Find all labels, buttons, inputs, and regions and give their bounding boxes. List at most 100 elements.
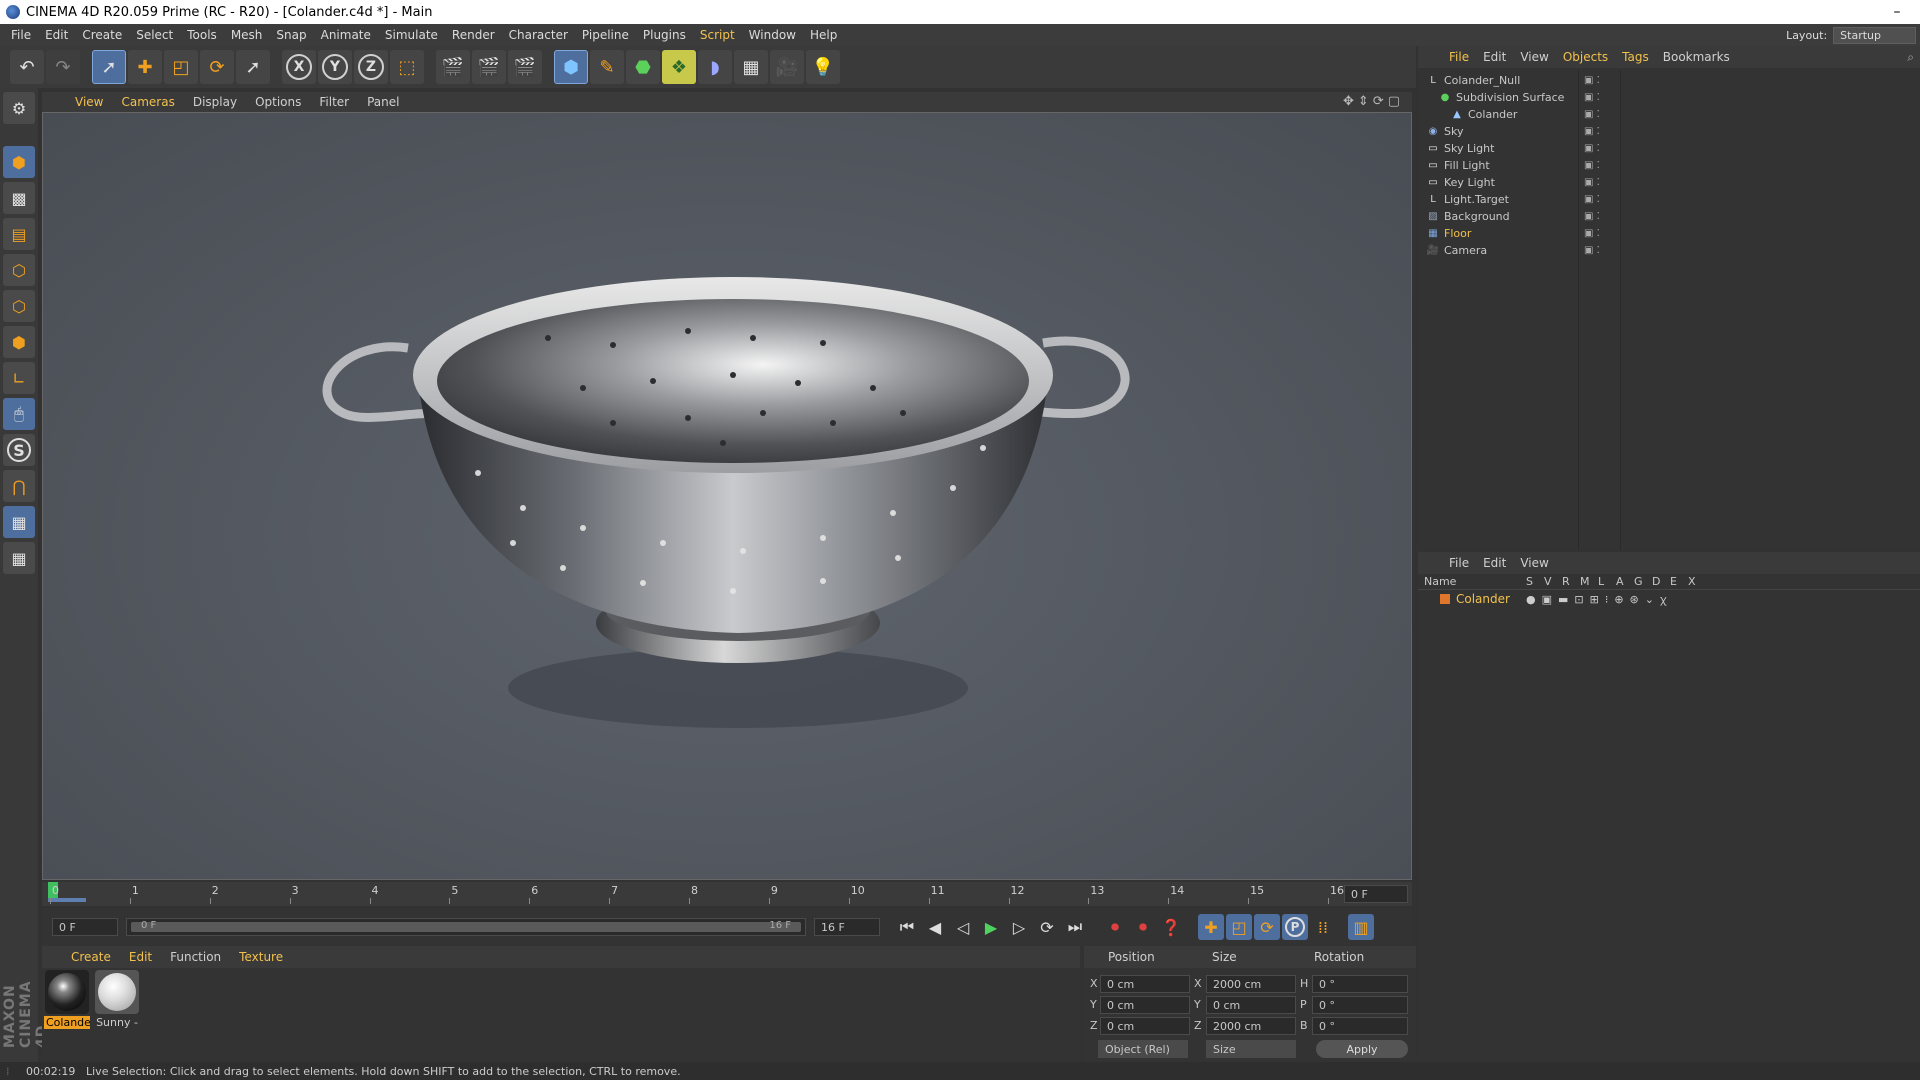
3d-viewport[interactable]: [42, 112, 1412, 880]
goto-end-button[interactable]: ⏭: [1062, 914, 1088, 940]
lm-menu-file[interactable]: File: [1442, 556, 1476, 570]
material-colander[interactable]: Colande: [44, 970, 90, 1029]
snap-button[interactable]: S: [3, 434, 35, 466]
visibility-toggle-icons[interactable]: ▣ ⁚: [1584, 245, 1600, 256]
menu-snap[interactable]: Snap: [269, 28, 313, 42]
end-frame-field[interactable]: 16 F: [814, 918, 880, 936]
menu-simulate[interactable]: Simulate: [378, 28, 445, 42]
menu-file[interactable]: File: [4, 28, 38, 42]
visibility-toggle-icons[interactable]: ▣ ⁚: [1584, 177, 1600, 188]
undo-button[interactable]: ↶: [10, 50, 44, 84]
recent-tool-button[interactable]: ➚: [236, 50, 270, 84]
rotate-button[interactable]: ⟳: [200, 50, 234, 84]
goto-start-button[interactable]: ⏮: [894, 914, 920, 940]
deformer-button[interactable]: ◗: [698, 50, 732, 84]
visibility-toggle-icons[interactable]: ▣ ⁚: [1584, 194, 1600, 205]
size-mode-dropdown[interactable]: Size: [1206, 1040, 1296, 1058]
tweak-mode-button[interactable]: 🖱: [3, 398, 35, 430]
key-position-button[interactable]: ✚: [1198, 914, 1224, 940]
size-x-field[interactable]: 2000 cm: [1206, 975, 1296, 993]
layout-dropdown[interactable]: Startup: [1833, 26, 1916, 44]
array-button[interactable]: ❖: [662, 50, 696, 84]
make-editable-button[interactable]: ⚙: [3, 92, 35, 124]
key-pla-button[interactable]: ⁞⁞: [1310, 914, 1336, 940]
om-menu-file[interactable]: File: [1442, 50, 1476, 64]
material-menu-edit[interactable]: Edit: [120, 950, 161, 964]
key-param-button[interactable]: P: [1282, 914, 1308, 940]
light-button[interactable]: 💡: [806, 50, 840, 84]
points-mode-button[interactable]: ⬡: [3, 254, 35, 286]
next-key-button[interactable]: ⟳: [1034, 914, 1060, 940]
material-sunny[interactable]: Sunny -: [94, 970, 140, 1029]
key-rotation-button[interactable]: ⟳: [1254, 914, 1280, 940]
menu-animate[interactable]: Animate: [314, 28, 378, 42]
live-selection-button[interactable]: ➚: [92, 50, 126, 84]
om-menu-objects[interactable]: Objects: [1556, 50, 1615, 64]
start-frame-field[interactable]: 0 F: [52, 918, 118, 936]
visibility-toggle-icons[interactable]: ▣ ⁚: [1584, 160, 1600, 171]
menu-window[interactable]: Window: [742, 28, 803, 42]
viewport-menu-cameras[interactable]: Cameras: [112, 95, 183, 109]
visibility-toggle-icons[interactable]: ▣ ⁚: [1584, 75, 1600, 86]
render-view-button[interactable]: 🎬: [436, 50, 470, 84]
visibility-toggle-icons[interactable]: ▣ ⁚: [1584, 211, 1600, 222]
rotation-b-field[interactable]: 0 °: [1312, 1017, 1408, 1035]
polygons-mode-button[interactable]: ⬢: [3, 326, 35, 358]
menu-help[interactable]: Help: [803, 28, 844, 42]
magnet-button[interactable]: ⋂: [3, 470, 35, 502]
position-x-field[interactable]: 0 cm: [1100, 975, 1190, 993]
texture-mode-button[interactable]: ▩: [3, 182, 35, 214]
camera-button[interactable]: 🎥: [770, 50, 804, 84]
workplane-lock-button[interactable]: ▦: [3, 506, 35, 538]
menu-character[interactable]: Character: [502, 28, 575, 42]
axis-mode-button[interactable]: ∟: [3, 362, 35, 394]
pen-button[interactable]: ✎: [590, 50, 624, 84]
y-axis-button[interactable]: Y: [318, 50, 352, 84]
redo-button[interactable]: ↷: [46, 50, 80, 84]
timeline-window-button[interactable]: ▥: [1348, 914, 1374, 940]
om-menu-bookmarks[interactable]: Bookmarks: [1656, 50, 1737, 64]
menu-edit[interactable]: Edit: [38, 28, 75, 42]
search-icon[interactable]: ⌕: [1907, 50, 1914, 65]
autokey-button[interactable]: ⏺: [1130, 914, 1156, 940]
menu-render[interactable]: Render: [445, 28, 502, 42]
visibility-toggle-icons[interactable]: ▣ ⁚: [1584, 228, 1600, 239]
rotation-p-field[interactable]: 0 °: [1312, 996, 1408, 1014]
visibility-toggle-icons[interactable]: ▣ ⁚: [1584, 126, 1600, 137]
om-menu-view[interactable]: View: [1513, 50, 1555, 64]
apply-button[interactable]: Apply: [1316, 1040, 1408, 1058]
menu-mesh[interactable]: Mesh: [224, 28, 270, 42]
viewport-menu-filter[interactable]: Filter: [310, 95, 358, 109]
edges-mode-button[interactable]: ⬡: [3, 290, 35, 322]
viewport-nav-icons[interactable]: ✥⇕⟳▢: [1343, 94, 1404, 109]
render-picture-viewer-button[interactable]: 🎬: [472, 50, 506, 84]
position-y-field[interactable]: 0 cm: [1100, 996, 1190, 1014]
render-settings-button[interactable]: 🎬: [508, 50, 542, 84]
lm-menu-edit[interactable]: Edit: [1476, 556, 1513, 570]
layer-row-colander[interactable]: Colander ●▣▬⊡⊞⁝⊕⊛⌄ꭓ: [1418, 590, 1920, 608]
layer-toggle-icons[interactable]: ●▣▬⊡⊞⁝⊕⊛⌄ꭓ: [1526, 592, 1672, 607]
viewport-menu-options[interactable]: Options: [246, 95, 310, 109]
floor-button[interactable]: ▦: [734, 50, 768, 84]
workplane-mode-button[interactable]: ▤: [3, 218, 35, 250]
x-axis-button[interactable]: X: [282, 50, 316, 84]
viewport-menu-display[interactable]: Display: [184, 95, 246, 109]
material-menu-texture[interactable]: Texture: [230, 950, 292, 964]
menu-script[interactable]: Script: [693, 28, 742, 42]
frame-range-slider[interactable]: 0 F 16 F: [126, 918, 806, 936]
menu-plugins[interactable]: Plugins: [636, 28, 693, 42]
subdivision-button[interactable]: ⬣: [626, 50, 660, 84]
menu-pipeline[interactable]: Pipeline: [575, 28, 636, 42]
record-button[interactable]: ⏺: [1102, 914, 1128, 940]
visibility-toggle-icons[interactable]: ▣ ⁚: [1584, 109, 1600, 120]
om-menu-tags[interactable]: Tags: [1615, 50, 1656, 64]
menu-create[interactable]: Create: [75, 28, 129, 42]
scale-button[interactable]: ◰: [164, 50, 198, 84]
coordinate-system-button[interactable]: ⬚: [390, 50, 424, 84]
key-scale-button[interactable]: ◰: [1226, 914, 1252, 940]
next-frame-button[interactable]: ▷: [1006, 914, 1032, 940]
menu-select[interactable]: Select: [129, 28, 180, 42]
z-axis-button[interactable]: Z: [354, 50, 388, 84]
current-frame-field[interactable]: 0 F: [1344, 885, 1408, 903]
minimize-button[interactable]: –: [1874, 0, 1920, 24]
